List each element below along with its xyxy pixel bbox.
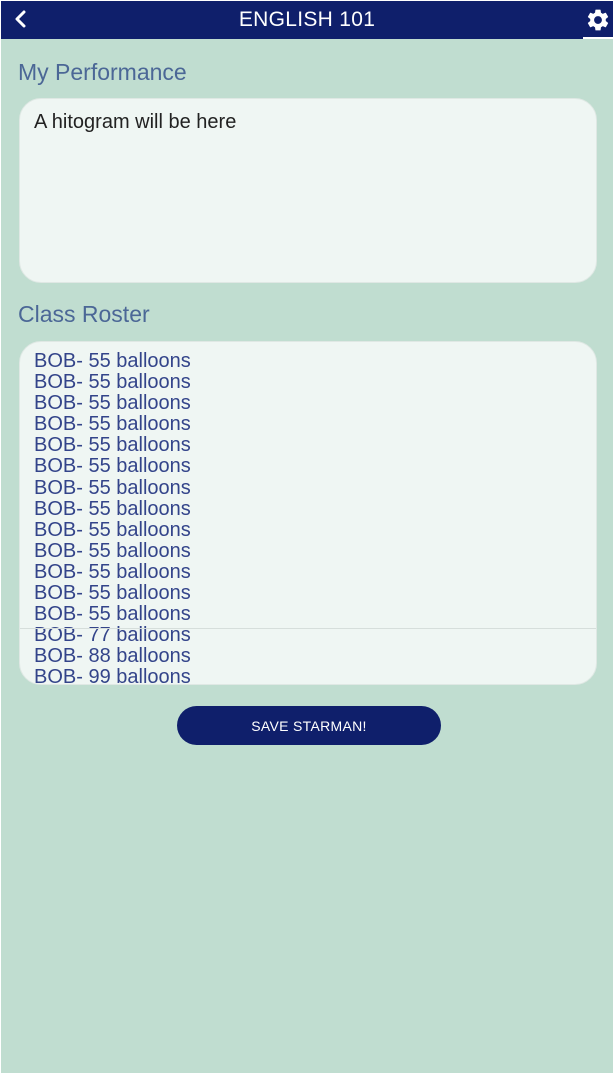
roster-item[interactable]: BOB- 55 balloons: [34, 519, 574, 541]
roster-item[interactable]: BOB- 99 balloons: [34, 667, 574, 684]
roster-item[interactable]: BOB- 55 balloons: [34, 540, 574, 562]
roster-item[interactable]: BOB- 55 balloons: [34, 477, 574, 499]
performance-heading: My Performance: [18, 59, 187, 85]
roster-item[interactable]: BOB- 55 balloons: [34, 604, 574, 625]
roster-divider: [20, 628, 596, 629]
histogram-placeholder: A hitogram will be here: [34, 111, 237, 133]
roster-item[interactable]: BOB- 55 balloons: [34, 498, 574, 520]
roster-item[interactable]: BOB- 55 balloons: [34, 456, 574, 477]
roster-list[interactable]: BOB- 55 balloons BOB- 55 balloons BOB- 5…: [34, 350, 574, 684]
settings-active-indicator: [583, 37, 613, 39]
roster-card[interactable]: BOB- 55 balloons BOB- 55 balloons BOB- 5…: [19, 341, 597, 685]
gear-icon: [587, 9, 609, 31]
roster-item[interactable]: BOB- 55 balloons: [34, 582, 574, 604]
roster-heading: Class Roster: [18, 301, 150, 327]
page-title: ENGLISH 101: [238, 8, 376, 31]
app-screen: ENGLISH 101 My Performance A hitogram wi…: [1, 1, 613, 1073]
roster-item[interactable]: BOB- 55 balloons: [34, 393, 574, 414]
top-bar: ENGLISH 101: [1, 1, 613, 39]
save-starman-button[interactable]: SAVE STARMAN!: [177, 706, 441, 745]
roster-item[interactable]: BOB- 55 balloons: [34, 372, 574, 393]
roster-item[interactable]: BOB- 55 balloons: [34, 561, 574, 583]
settings-button[interactable]: [583, 1, 613, 39]
roster-item[interactable]: BOB- 88 balloons: [34, 646, 574, 667]
performance-card: A hitogram will be here: [19, 98, 597, 283]
roster-item[interactable]: BOB- 55 balloons: [34, 414, 574, 435]
roster-item[interactable]: BOB- 55 balloons: [34, 350, 574, 372]
roster-item[interactable]: BOB- 55 balloons: [34, 435, 574, 456]
